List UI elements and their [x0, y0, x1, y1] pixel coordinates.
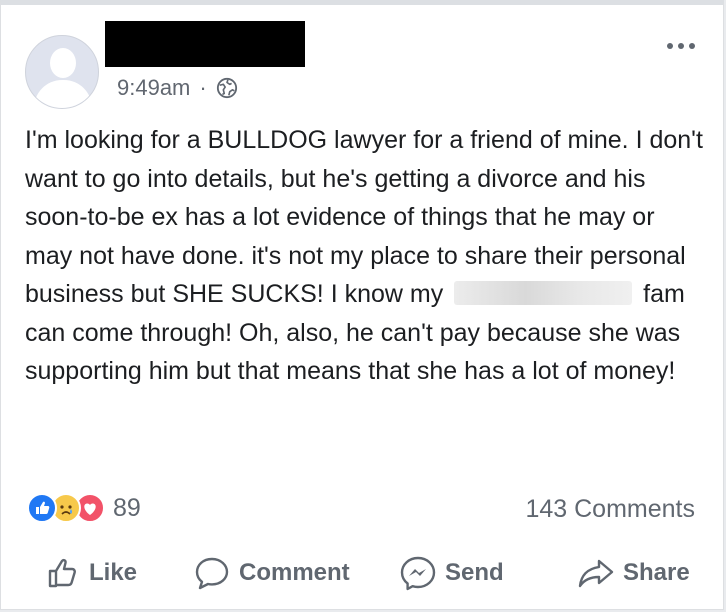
messenger-icon — [400, 556, 436, 591]
comment-bubble-icon — [195, 557, 229, 590]
blurred-redaction — [454, 281, 633, 305]
avatar[interactable] — [25, 35, 99, 109]
avatar-head-shape — [50, 48, 76, 78]
avatar-shoulders-shape — [34, 80, 92, 108]
reaction-summary[interactable]: 89 — [27, 493, 141, 523]
like-button[interactable]: Like — [45, 555, 137, 591]
send-button[interactable]: Send — [399, 555, 504, 591]
more-options-icon[interactable] — [667, 43, 695, 49]
post-timestamp[interactable]: 9:49am — [117, 75, 190, 101]
send-label: Send — [445, 559, 504, 586]
post-body: I'm looking for a BULLDOG lawyer for a f… — [25, 121, 705, 391]
comment-label: Comment — [239, 559, 350, 586]
share-arrow-icon — [578, 559, 614, 588]
share-button[interactable]: Share — [577, 555, 690, 591]
thumbs-up-icon — [48, 558, 76, 588]
like-label: Like — [89, 559, 138, 586]
comments-count-link[interactable]: 143 Comments — [525, 495, 695, 524]
post-card: 9:49am · I'm looking for a BULLDOG lawye… — [0, 0, 724, 610]
meta-separator: · — [199, 75, 207, 100]
post-meta: 9:49am · — [117, 75, 238, 101]
reaction-count: 89 — [113, 493, 141, 522]
author-name-redaction — [105, 21, 305, 67]
share-label: Share — [623, 559, 690, 586]
comment-button[interactable]: Comment — [193, 555, 350, 591]
like-reaction-icon — [27, 493, 57, 523]
globe-icon[interactable] — [216, 77, 238, 99]
action-bar: Like Comment Send Share — [1, 555, 725, 601]
